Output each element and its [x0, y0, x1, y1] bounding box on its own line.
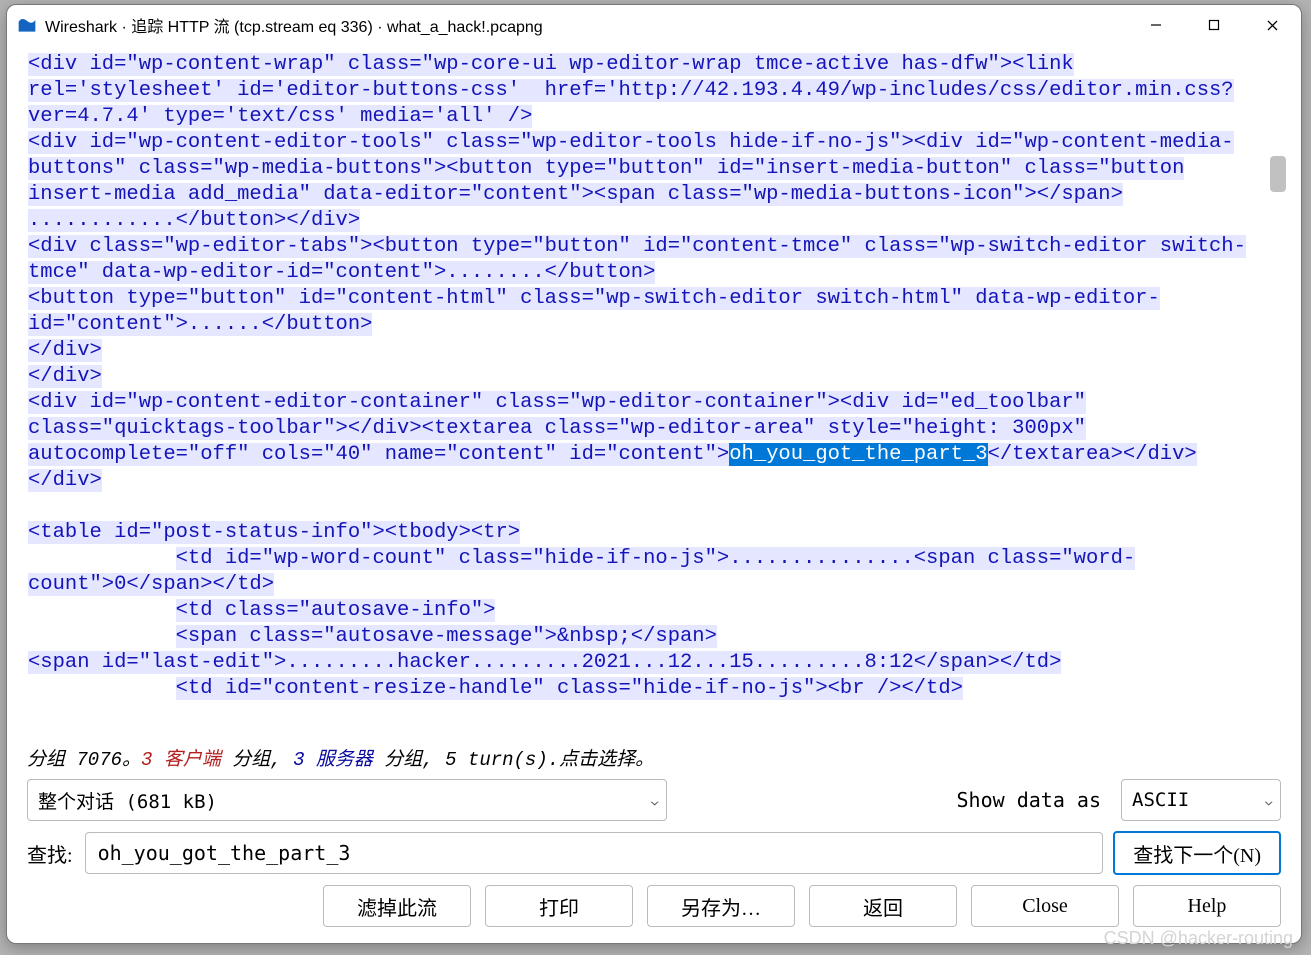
main-window: Wireshark · 追踪 HTTP 流 (tcp.stream eq 336…: [6, 4, 1302, 944]
filter-out-stream-button[interactable]: 滤掉此流: [323, 885, 471, 927]
status-click: 点击选择。: [559, 749, 654, 771]
print-label: 打印: [539, 892, 579, 921]
titlebar[interactable]: Wireshark · 追踪 HTTP 流 (tcp.stream eq 336…: [7, 5, 1301, 45]
window-title: Wireshark · 追踪 HTTP 流 (tcp.stream eq 336…: [45, 13, 543, 37]
server-count: 3: [293, 749, 316, 771]
filter-out-label: 滤掉此流: [357, 892, 437, 921]
close-label: Close: [1022, 895, 1068, 918]
bottom-button-bar: 滤掉此流 打印 另存为… 返回 Close Help: [7, 885, 1301, 943]
find-label: 查找:: [27, 839, 75, 868]
stream-text[interactable]: <div id="wp-content-wrap" class="wp-core…: [28, 52, 1260, 737]
help-button[interactable]: Help: [1133, 885, 1281, 927]
status-turns: 5 turn(s).: [445, 749, 559, 771]
status-mid2: 分组,: [373, 749, 445, 771]
find-next-button[interactable]: 查找下一个(N): [1113, 831, 1281, 875]
conversation-combo[interactable]: 整个对话 (681 kB) ⌄: [27, 779, 667, 821]
minimize-button[interactable]: [1127, 5, 1185, 45]
client-label: 客户端: [164, 749, 221, 771]
save-as-button[interactable]: 另存为…: [647, 885, 795, 927]
encoding-combo[interactable]: ASCII ⌄: [1121, 779, 1281, 821]
back-button[interactable]: 返回: [809, 885, 957, 927]
vertical-scrollbar[interactable]: [1270, 56, 1286, 733]
encoding-combo-label: ASCII: [1132, 789, 1189, 811]
chevron-down-icon: ⌄: [1251, 794, 1274, 807]
find-next-label: 查找下一个(N): [1133, 839, 1261, 868]
controls-row-1: 整个对话 (681 kB) ⌄ Show data as ASCII ⌄: [7, 775, 1301, 827]
maximize-button[interactable]: [1185, 5, 1243, 45]
controls-row-2: 查找: 查找下一个(N): [7, 827, 1301, 885]
help-label: Help: [1188, 895, 1227, 918]
window-controls: [1127, 5, 1301, 45]
status-prefix: 分组 7076。: [27, 749, 141, 771]
stream-content-pane[interactable]: <div id="wp-content-wrap" class="wp-core…: [17, 51, 1291, 738]
server-label: 服务器: [316, 749, 373, 771]
chevron-down-icon: ⌄: [637, 794, 660, 807]
save-as-label: 另存为…: [681, 892, 761, 921]
close-button[interactable]: [1243, 5, 1301, 45]
client-count: 3: [141, 749, 164, 771]
find-input[interactable]: [85, 832, 1104, 874]
back-label: 返回: [863, 892, 903, 921]
scrollbar-thumb[interactable]: [1270, 156, 1286, 192]
status-mid1: 分组,: [221, 749, 293, 771]
print-button[interactable]: 打印: [485, 885, 633, 927]
conversation-combo-label: 整个对话 (681 kB): [38, 787, 217, 814]
status-line[interactable]: 分组 7076。3 客户端 分组, 3 服务器 分组, 5 turn(s).点击…: [7, 738, 1301, 775]
close-dialog-button[interactable]: Close: [971, 885, 1119, 927]
wireshark-icon: [17, 15, 37, 35]
show-data-as-label: Show data as: [957, 788, 1102, 812]
